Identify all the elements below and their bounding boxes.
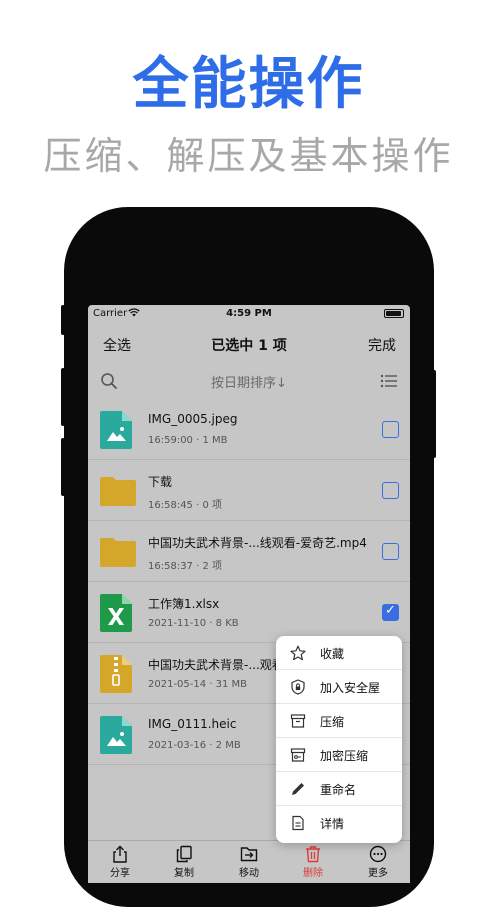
share-button[interactable]: 分享	[95, 845, 145, 879]
file-meta: 2021-03-16 · 2 MB	[148, 740, 241, 751]
file-row[interactable]: 中国功夫武术背景-...线观看-爱奇艺.mp4 16:58:37 · 2 项	[88, 521, 410, 582]
menu-item-label: 压缩	[320, 715, 345, 729]
select-checkbox[interactable]	[382, 421, 399, 438]
file-meta: 2021-05-14 · 31 MB	[148, 679, 248, 690]
promo-title: 全能操作	[132, 52, 365, 117]
shield-lock-icon	[290, 679, 306, 695]
file-row[interactable]: 下载 16:58:45 · 0 项	[88, 460, 410, 521]
file-name: IMG_0111.heic	[148, 717, 237, 731]
menu-item-rename[interactable]: 重命名	[276, 772, 402, 806]
star-icon	[290, 645, 306, 661]
move-icon	[240, 845, 258, 863]
phone-volume-down-button	[61, 438, 65, 496]
folder-icon	[100, 533, 136, 571]
file-name: 工作簿1.xlsx	[148, 597, 220, 611]
phone-volume-up-button	[61, 368, 65, 426]
archive-box-icon	[290, 713, 306, 729]
phone-mute-button	[61, 305, 65, 335]
menu-item-favorite[interactable]: 收藏	[276, 636, 402, 670]
image-file-icon	[100, 716, 136, 754]
clock: 4:59 PM	[226, 308, 272, 319]
menu-item-add-to-safe[interactable]: 加入安全屋	[276, 670, 402, 704]
delete-button[interactable]: 删除	[288, 845, 338, 879]
list-view-icon[interactable]	[380, 373, 398, 389]
file-row[interactable]: IMG_0005.jpeg 16:59:00 · 1 MB	[88, 399, 410, 460]
select-checkbox[interactable]	[382, 543, 399, 560]
menu-item-label: 收藏	[320, 647, 345, 661]
copy-label: 复制	[174, 868, 194, 879]
more-label: 更多	[368, 868, 388, 879]
file-row[interactable]: 工作簿1.xlsx 2021-11-10 · 8 KB	[88, 582, 410, 643]
move-button[interactable]: 移动	[224, 845, 274, 879]
status-bar: Carrier 4:59 PM	[88, 305, 410, 323]
file-meta: 16:58:37 · 2 项	[148, 561, 222, 572]
file-name: 下载	[148, 475, 173, 489]
phone-power-button	[432, 370, 436, 458]
sort-by-date-button[interactable]: 按日期排序↓	[88, 372, 410, 391]
select-checkbox-checked[interactable]	[382, 603, 399, 621]
bottom-action-bar: 分享 复制 移动 删除 更多	[88, 840, 410, 883]
done-button[interactable]: 完成	[368, 335, 396, 355]
promo-subtitle: 压缩、解压及基本操作	[43, 134, 454, 178]
file-name: IMG_0005.jpeg	[148, 412, 238, 426]
file-meta: 16:59:00 · 1 MB	[148, 435, 228, 446]
menu-item-details[interactable]: 详情	[276, 806, 402, 840]
menu-item-label: 加密压缩	[320, 749, 369, 763]
menu-item-label: 加入安全屋	[320, 681, 381, 695]
sort-toolbar: 按日期排序↓	[88, 363, 410, 399]
trash-icon	[304, 845, 322, 863]
copy-button[interactable]: 复制	[159, 845, 209, 879]
nav-bar: 全选 已选中 1 项 完成	[88, 323, 410, 363]
share-icon	[111, 845, 129, 863]
delete-label: 删除	[303, 868, 323, 879]
menu-item-encrypt-compress[interactable]: 加密压缩	[276, 738, 402, 772]
menu-item-label: 重命名	[320, 783, 357, 797]
encrypted-archive-icon	[290, 747, 306, 763]
more-button[interactable]: 更多	[353, 845, 403, 879]
menu-item-label: 详情	[320, 817, 345, 831]
copy-icon	[175, 845, 193, 863]
move-label: 移动	[239, 868, 259, 879]
file-meta: 16:58:45 · 0 项	[148, 500, 222, 511]
select-checkbox[interactable]	[382, 482, 399, 499]
zip-file-icon	[100, 655, 136, 693]
more-actions-menu: 收藏 加入安全屋 压缩 加密压缩 重命名 详情	[276, 636, 402, 843]
file-name: 中国功夫武术背景-...观看	[148, 658, 284, 672]
folder-icon	[100, 472, 136, 510]
excel-file-icon	[100, 594, 136, 632]
pencil-icon	[290, 781, 306, 797]
menu-item-compress[interactable]: 压缩	[276, 704, 402, 738]
page-title: 已选中 1 项	[211, 338, 287, 354]
battery-icon	[384, 309, 404, 318]
file-name: 中国功夫武术背景-...线观看-爱奇艺.mp4	[148, 536, 367, 550]
share-label: 分享	[110, 868, 130, 879]
file-meta: 2021-11-10 · 8 KB	[148, 618, 239, 629]
image-file-icon	[100, 411, 136, 449]
more-icon	[369, 845, 387, 863]
document-icon	[290, 815, 306, 831]
